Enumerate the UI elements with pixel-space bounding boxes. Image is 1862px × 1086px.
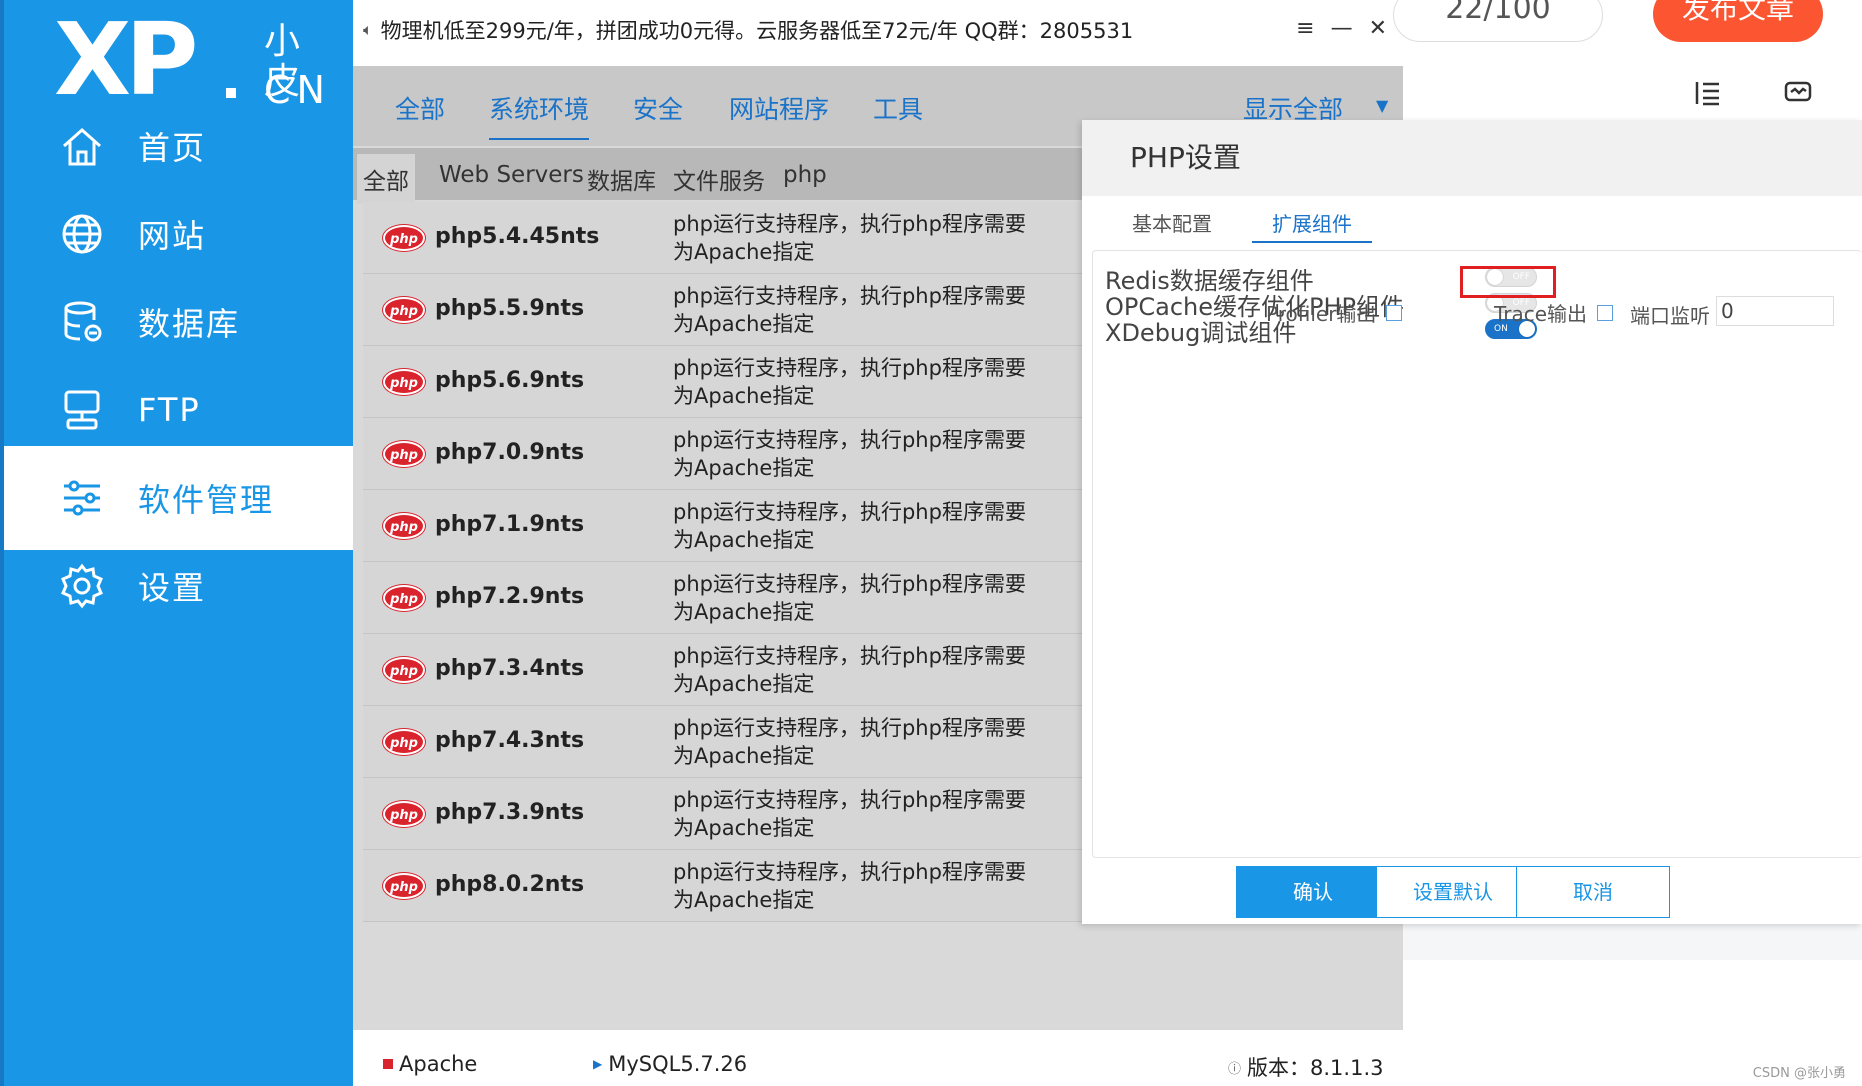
package-desc: php运行支持程序，执行php程序需要为Apache指定: [673, 356, 1026, 408]
package-name: php7.4.3nts: [435, 728, 585, 753]
watermark: CSDN @张小勇: [1752, 1066, 1846, 1081]
profiler-label: Profiler输出: [1266, 302, 1377, 326]
subtab-all[interactable]: 全部: [357, 154, 415, 204]
database-icon: [54, 294, 110, 350]
package-name: php7.3.9nts: [435, 800, 585, 825]
subtab-php[interactable]: php: [783, 162, 827, 188]
package-desc: php运行支持程序，执行php程序需要为Apache指定: [673, 428, 1026, 480]
php-logo-icon: php: [383, 441, 425, 467]
php-logo-icon: php: [383, 873, 425, 899]
trace-label: Trace输出: [1494, 302, 1588, 326]
home-icon: [54, 118, 110, 174]
highlight-box: [1460, 266, 1556, 298]
globe-icon: [54, 206, 110, 262]
profiler-checkbox[interactable]: [1386, 304, 1403, 321]
sidebar-item-label: 首页: [138, 129, 207, 167]
php-logo-icon: php: [383, 297, 425, 323]
apache-label: Apache: [399, 1052, 478, 1076]
mysql-label: MySQL5.7.26: [608, 1052, 748, 1076]
port-label: 端口监听: [1630, 304, 1710, 328]
package-desc: php运行支持程序，执行php程序需要为Apache指定: [673, 644, 1026, 696]
cancel-button[interactable]: 取消: [1516, 866, 1670, 918]
chat-icon[interactable]: [1783, 78, 1813, 115]
tab-tools[interactable]: 工具: [873, 90, 923, 138]
menu-icon[interactable]: ≡: [1296, 16, 1314, 41]
tab-extensions[interactable]: 扩展组件: [1252, 208, 1372, 243]
notice-bar: 🔈︎ 物理机低至299元/年，拼团成功0元得。云服务器低至72元/年 QQ群：2…: [353, 0, 1403, 60]
info-icon: ⓘ: [1228, 1061, 1242, 1077]
php-logo-icon: php: [383, 585, 425, 611]
package-name: php7.1.9nts: [435, 512, 585, 537]
tab-all[interactable]: 全部: [395, 90, 445, 138]
package-desc: php运行支持程序，执行php程序需要为Apache指定: [673, 788, 1026, 840]
gear-icon: [54, 558, 110, 614]
window-controls: ≡ — ✕: [1296, 16, 1387, 41]
subtab-web-servers[interactable]: Web Servers: [439, 162, 584, 188]
trace-checkbox[interactable]: [1597, 304, 1614, 321]
subtab-file-service[interactable]: 文件服务: [673, 162, 765, 196]
php-logo-icon: php: [383, 369, 425, 395]
tab-web-programs[interactable]: 网站程序: [729, 90, 829, 138]
package-name: php7.0.9nts: [435, 440, 585, 465]
php-logo-icon: php: [383, 729, 425, 755]
sliders-icon: [54, 470, 110, 526]
php-logo-icon: php: [383, 657, 425, 683]
dialog-title: PHP设置: [1082, 120, 1862, 196]
subtab-database[interactable]: 数据库: [587, 162, 656, 196]
sidebar-item-label: 设置: [138, 569, 207, 607]
package-name: php5.4.45nts: [435, 224, 600, 249]
package-name: php7.2.9nts: [435, 584, 585, 609]
status-bar: Apache ▶ MySQL5.7.26 ⓘ 版本：8.1.1.3: [353, 1030, 1403, 1086]
sidebar: XP 小皮 CN 首页 网站 数据库 FTP 软件管理 设置: [0, 0, 353, 1086]
set-default-button[interactable]: 设置默认: [1376, 866, 1530, 918]
stopped-indicator-icon: [383, 1059, 393, 1069]
close-icon[interactable]: ✕: [1369, 16, 1387, 41]
php-logo-icon: php: [383, 801, 425, 827]
php-logo-icon: php: [383, 225, 425, 251]
notice-text: 物理机低至299元/年，拼团成功0元得。云服务器低至72元/年 QQ群：2805…: [380, 19, 1134, 43]
package-name: php8.0.2nts: [435, 872, 585, 897]
package-name: php5.5.9nts: [435, 296, 585, 321]
tab-security[interactable]: 安全: [633, 90, 683, 138]
play-icon: ▶: [593, 1057, 603, 1071]
sidebar-item-settings[interactable]: 设置: [4, 534, 353, 638]
package-name: php5.6.9nts: [435, 368, 585, 393]
package-desc: php运行支持程序，执行php程序需要为Apache指定: [673, 500, 1026, 552]
package-desc: php运行支持程序，执行php程序需要为Apache指定: [673, 716, 1026, 768]
mysql-status[interactable]: ▶ MySQL5.7.26: [593, 1052, 747, 1076]
word-counter: 22/100: [1393, 0, 1603, 42]
package-desc: php运行支持程序，执行php程序需要为Apache指定: [673, 860, 1026, 912]
package-name: php7.3.4nts: [435, 656, 585, 681]
tab-basic-config[interactable]: 基本配置: [1132, 208, 1212, 237]
gray-band: [1403, 920, 1862, 960]
trace-option[interactable]: Trace输出: [1494, 298, 1614, 327]
editor-toolbar: [1693, 78, 1813, 115]
sidebar-item-label: 数据库: [138, 305, 241, 343]
dropdown-arrow-icon[interactable]: ▼: [1376, 96, 1388, 115]
sidebar-item-label: 软件管理: [138, 481, 275, 519]
port-input[interactable]: [1716, 296, 1834, 326]
package-desc: php运行支持程序，执行php程序需要为Apache指定: [673, 284, 1026, 336]
outline-icon[interactable]: [1693, 78, 1723, 115]
package-desc: php运行支持程序，执行php程序需要为Apache指定: [673, 572, 1026, 624]
ftp-icon: [54, 382, 110, 438]
package-desc: php运行支持程序，执行php程序需要为Apache指定: [673, 212, 1026, 264]
speaker-icon: 🔈︎: [363, 20, 373, 39]
php-settings-dialog: PHP设置 基本配置 扩展组件 Redis数据缓存组件 OFF OPCache缓…: [1082, 120, 1862, 924]
publish-article-button[interactable]: 发布文章: [1653, 0, 1823, 42]
sidebar-item-label: 网站: [138, 217, 207, 255]
minimize-icon[interactable]: —: [1331, 16, 1353, 41]
profiler-option[interactable]: Profiler输出: [1266, 298, 1403, 327]
confirm-button[interactable]: 确认: [1236, 866, 1390, 918]
version-info: ⓘ 版本：8.1.1.3: [1228, 1052, 1384, 1082]
version-label: 版本：8.1.1.3: [1247, 1056, 1384, 1080]
extensions-panel: Redis数据缓存组件 OFF OPCache缓存优化PHP组件 OFF XDe…: [1092, 250, 1862, 858]
apache-status[interactable]: Apache: [383, 1052, 477, 1076]
sidebar-item-label: FTP: [138, 391, 201, 429]
tab-system-env[interactable]: 系统环境: [489, 90, 590, 140]
php-logo-icon: php: [383, 513, 425, 539]
